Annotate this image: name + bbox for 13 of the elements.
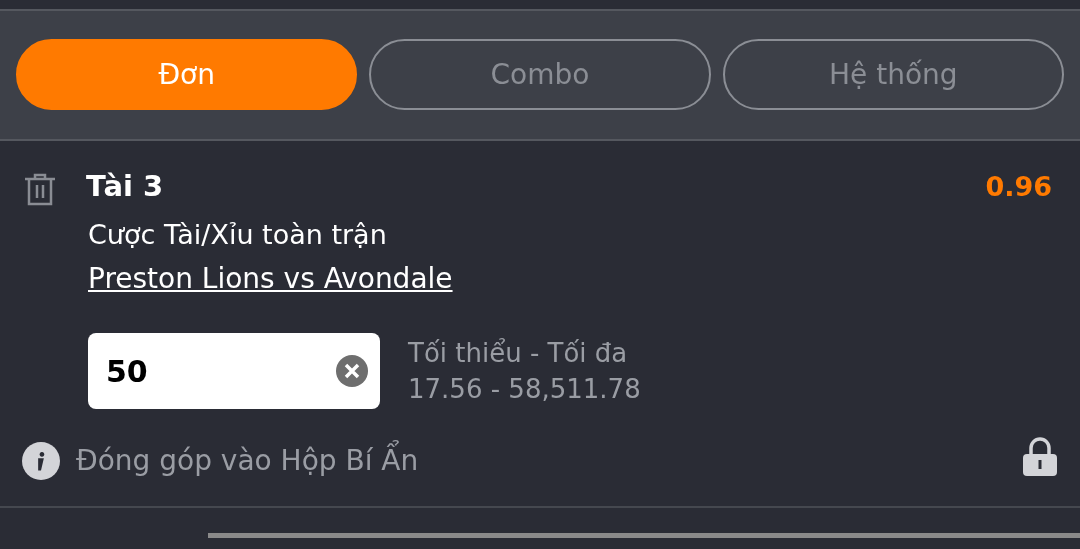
stake-field[interactable]: 50	[88, 333, 380, 409]
tab[interactable]: Combo	[369, 39, 711, 110]
tab[interactable]: Đơn	[16, 39, 358, 110]
limits-value: 17.56 - 58,511.78	[408, 373, 641, 406]
bet-selection: Tài 3	[86, 169, 165, 203]
clear-icon[interactable]	[336, 355, 368, 387]
info-icon[interactable]	[22, 441, 60, 480]
limits-label: Tối thiểu - Tối đa	[408, 337, 629, 370]
match-link[interactable]: Preston Lions vs Avondale	[88, 262, 453, 295]
trash-icon[interactable]	[22, 171, 58, 207]
odds-value: 0.96	[985, 170, 1052, 202]
tab[interactable]: Hệ thống	[722, 39, 1064, 110]
market-name: Cược Tài/Xỉu toàn trận	[88, 219, 388, 250]
